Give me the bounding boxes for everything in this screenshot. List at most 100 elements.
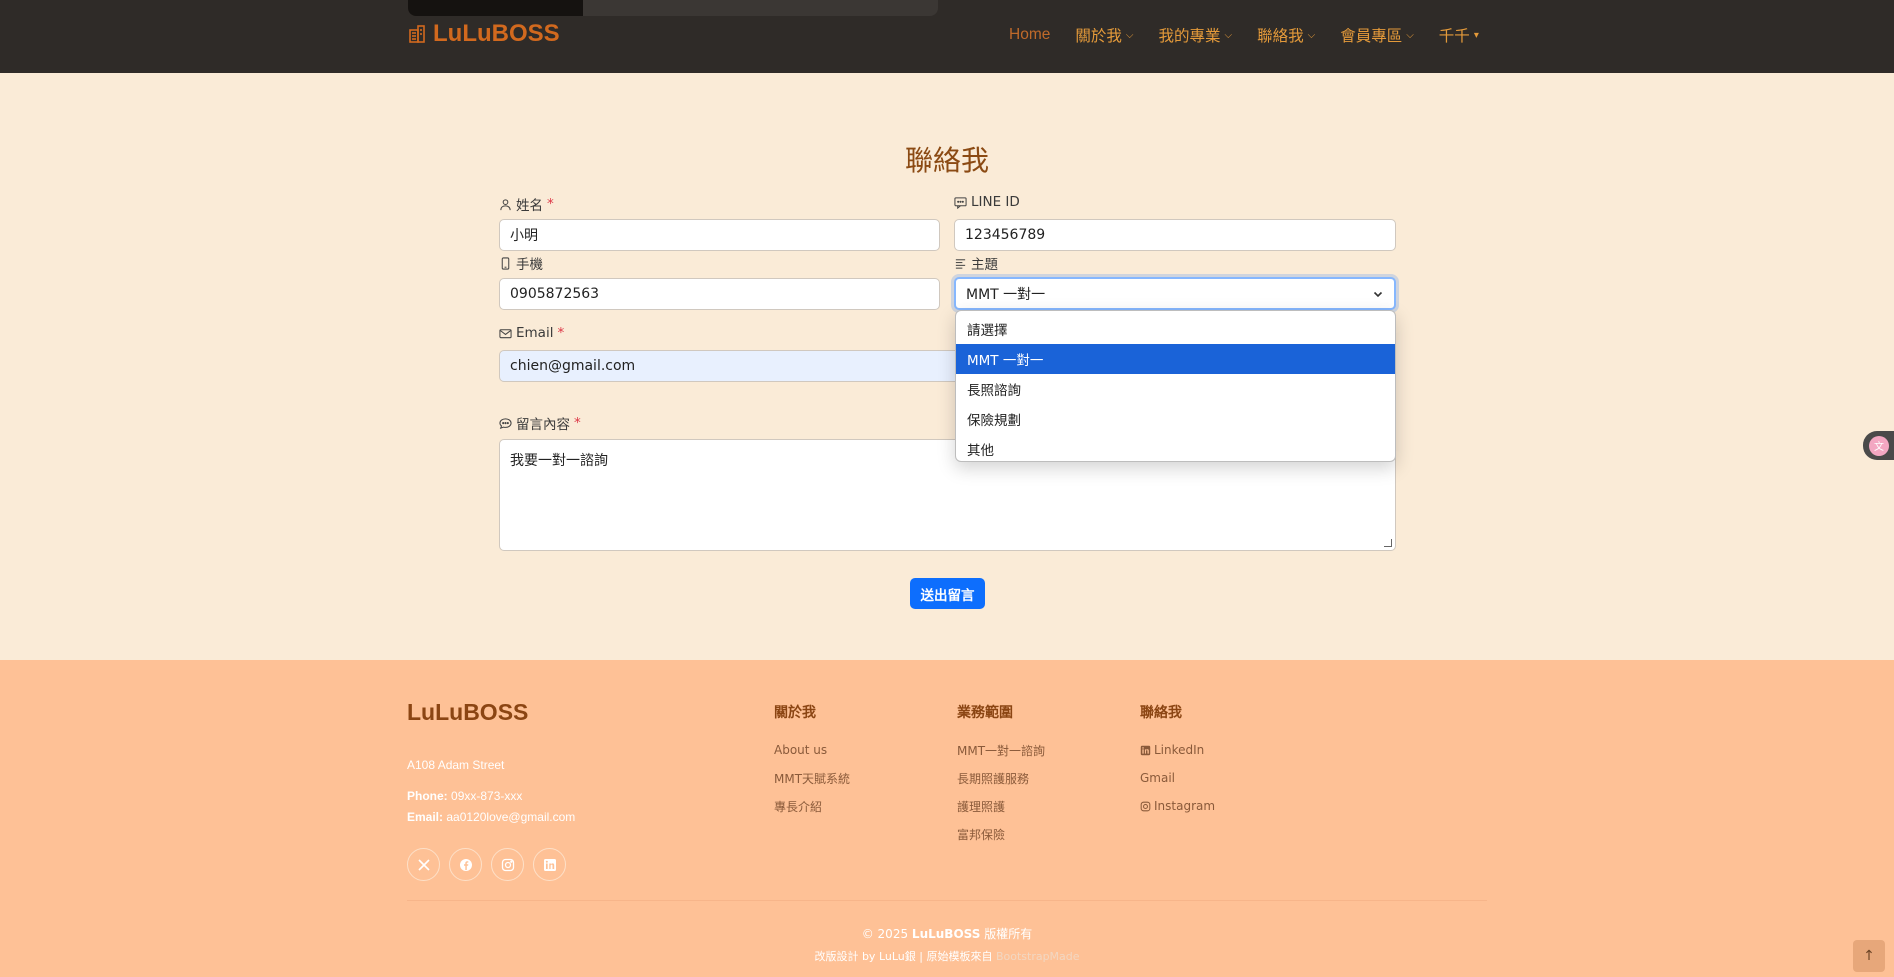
label-text: 手機 (516, 257, 543, 273)
subject-options-list: 請選擇 MMT 一對一 長照諮詢 保險規劃 其他 (955, 310, 1396, 462)
subject-label: 主題 (954, 253, 998, 273)
required-mark: * (547, 196, 554, 212)
nav-contact[interactable]: 聯絡我 ⌵ (1257, 24, 1315, 46)
link-text: Gmail (1140, 771, 1176, 785)
footer-col-title: 關於我 (774, 705, 816, 721)
footer-col-title: 業務範圍 (957, 705, 1013, 721)
chat-square-icon (954, 196, 967, 209)
line-id-input[interactable]: 123456789 (954, 219, 1396, 251)
envelope-icon (499, 328, 512, 338)
chevron-down-icon: ⌵ (1125, 29, 1134, 41)
input-value: 123456789 (965, 227, 1046, 243)
header-preview-strip (408, 0, 938, 16)
textarea-value: 我要一對一諮詢 (510, 453, 608, 469)
text-left-icon (955, 258, 966, 269)
subject-option[interactable]: 保險規劃 (956, 404, 1395, 434)
site-logo[interactable]: LuLuBOSS (407, 20, 560, 48)
person-icon (500, 198, 511, 210)
footer-link[interactable]: About us (774, 736, 850, 764)
label-text: 主題 (971, 257, 998, 273)
required-mark: * (574, 415, 581, 431)
input-value: 0905872563 (510, 286, 600, 302)
nav-label: 我的專業 (1158, 28, 1221, 45)
resize-handle[interactable] (1384, 539, 1392, 547)
name-input[interactable]: 小明 (499, 219, 940, 251)
email-value: aa0120love@gmail.com (446, 810, 576, 824)
credits: 改版設計 by LuLu銀 | 原始模板來自 BootstrapMade (0, 948, 1894, 964)
page-title: 聯絡我 (904, 144, 989, 177)
footer-link[interactable]: 富邦保險 (957, 820, 1045, 848)
main-nav: Home 關於我 ⌵ 我的專業 ⌵ 聯絡我 ⌵ 會員專區 ⌵ 千千 ▾ (1009, 24, 1479, 46)
phone-label: 手機 (499, 253, 543, 273)
footer-link-linkedin[interactable]: LinkedIn (1140, 736, 1215, 764)
translate-icon: 文 (1869, 435, 1889, 456)
nav-expertise[interactable]: 我的專業 ⌵ (1158, 24, 1232, 46)
chevron-down-icon: ⌵ (1406, 29, 1414, 41)
subject-option[interactable]: 請選擇 (956, 314, 1395, 344)
building-icon (409, 25, 425, 43)
link-text: LinkedIn (1154, 743, 1205, 757)
nav-label: 關於我 (1075, 28, 1122, 45)
nav-label: 會員專區 (1340, 28, 1403, 45)
chevron-down-icon: ⌵ (1224, 29, 1233, 41)
footer-col-title: 聯絡我 (1140, 705, 1182, 721)
footer-link[interactable]: 長期照護服務 (957, 764, 1045, 792)
footer-link[interactable]: MMT一對一諮詢 (957, 736, 1045, 764)
footer-col-services: 業務範圍 MMT一對一諮詢 長期照護服務 護理照護 富邦保險 (957, 702, 1045, 848)
line-id-label: LINE ID (954, 194, 1020, 210)
label-text: LINE ID (971, 194, 1020, 210)
social-facebook-button[interactable] (449, 848, 482, 881)
translate-widget[interactable]: 文 (1863, 431, 1894, 460)
footer-divider (407, 900, 1487, 901)
footer-link[interactable]: MMT天賦系統 (774, 764, 850, 792)
footer-col-contact: 聯絡我 LinkedIn Gmail Instagram (1140, 702, 1215, 820)
subject-option[interactable]: 長照諮詢 (956, 374, 1395, 404)
social-instagram-button[interactable] (491, 848, 524, 881)
linkedin-icon (543, 858, 556, 871)
input-value: 小明 (510, 228, 538, 244)
linkedin-icon (1140, 745, 1151, 755)
site-footer: LuLuBOSS A108 Adam Street Phone: 09xx-87… (0, 660, 1894, 977)
label-text: 姓名 (516, 198, 543, 214)
arrow-up-icon: ↑ (1863, 948, 1875, 964)
phone-icon (501, 256, 510, 270)
nav-home[interactable]: Home (1009, 26, 1050, 44)
subject-select[interactable]: MMT 一對一 (954, 277, 1396, 310)
footer-link[interactable]: 專長介紹 (774, 792, 850, 820)
footer-link-instagram[interactable]: Instagram (1140, 792, 1215, 820)
select-value: MMT 一對一 (966, 286, 1046, 303)
copyright-year: © 2025 (861, 927, 909, 941)
name-label: 姓名 * (499, 194, 554, 214)
social-linkedin-button[interactable] (533, 848, 566, 881)
footer-link[interactable]: 護理照護 (957, 792, 1045, 820)
credits-link[interactable]: BootstrapMade (996, 950, 1080, 963)
nav-about[interactable]: 關於我 ⌵ (1075, 24, 1133, 46)
copyright: © 2025 LuLuBOSS 版權所有 (0, 925, 1894, 942)
nav-label: 聯絡我 (1257, 28, 1304, 45)
facebook-icon (459, 858, 472, 871)
submit-button[interactable]: 送出留言 (910, 578, 985, 609)
footer-brand: LuLuBOSS (407, 699, 529, 725)
nav-user[interactable]: 千千 ▾ (1439, 24, 1479, 46)
social-x-button[interactable] (407, 848, 440, 881)
x-icon (417, 858, 430, 871)
site-header: LuLuBOSS Home 關於我 ⌵ 我的專業 ⌵ 聯絡我 ⌵ 會員專區 ⌵ 千千 ▾ (0, 0, 1894, 73)
chevron-down-icon: ⌵ (1307, 29, 1316, 41)
nav-label: Home (1009, 26, 1051, 43)
credits-text: 改版設計 by LuLu銀 | 原始模板來自 (814, 950, 993, 963)
nav-label: 千千 (1438, 28, 1470, 45)
phone-input[interactable]: 0905872563 (499, 278, 940, 310)
instagram-icon (1140, 801, 1151, 811)
footer-link-gmail[interactable]: Gmail (1140, 764, 1215, 792)
brand-name: LuLuBOSS (433, 20, 560, 47)
subject-option-selected[interactable]: MMT 一對一 (956, 344, 1395, 374)
instagram-icon (501, 858, 514, 871)
scroll-to-top-button[interactable]: ↑ (1853, 940, 1885, 972)
email-label: Email * (499, 325, 564, 341)
subject-option[interactable]: 其他 (956, 434, 1395, 461)
social-links (407, 848, 566, 881)
copyright-brand: LuLuBOSS (911, 927, 981, 941)
caret-down-icon: ▾ (1473, 29, 1479, 41)
message-label: 留言內容 * (499, 413, 581, 433)
nav-members[interactable]: 會員專區 ⌵ (1340, 24, 1414, 46)
